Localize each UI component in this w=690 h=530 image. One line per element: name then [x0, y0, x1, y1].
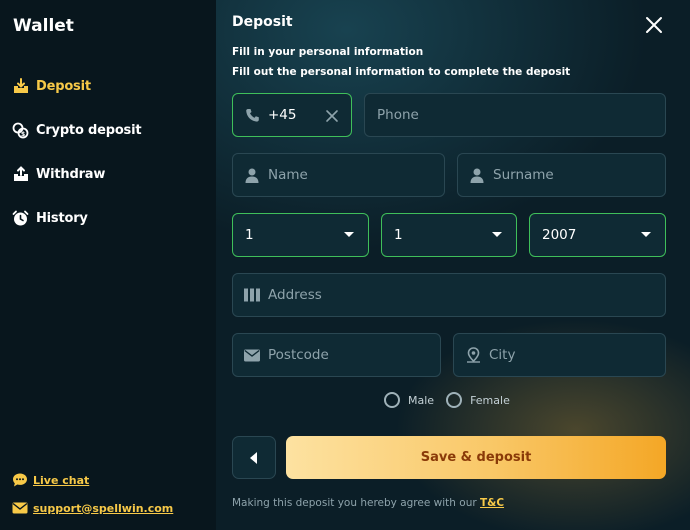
sidebar-item-label: History: [36, 210, 88, 226]
phone-placeholder: Phone: [377, 107, 419, 123]
close-icon: [646, 17, 662, 33]
deposit-icon: [12, 78, 29, 95]
sidebar-item-crypto-deposit[interactable]: $ Crypto deposit: [12, 108, 142, 152]
surname-placeholder: Surname: [493, 167, 554, 183]
live-chat-label: Live chat: [33, 473, 90, 487]
deposit-panel: Deposit Fill in your personal informatio…: [216, 0, 690, 530]
terms-label: Making this deposit you hereby agree wit…: [232, 497, 477, 509]
panel-description: Fill out the personal information to com…: [232, 66, 571, 78]
gender-male-radio[interactable]: Male: [384, 392, 434, 408]
sidebar: Wallet Deposit $ Crypto deposit Withdraw…: [0, 0, 216, 530]
clock-icon: [12, 210, 29, 227]
map-icon: [244, 287, 260, 303]
sidebar-nav: Deposit $ Crypto deposit Withdraw Histor…: [12, 64, 142, 240]
birth-day-select[interactable]: 1: [232, 213, 369, 257]
chat-icon: [12, 472, 28, 488]
phone-icon: [244, 107, 260, 123]
wallet-title: Wallet: [13, 16, 74, 36]
close-button[interactable]: [642, 13, 666, 37]
support-email-label: support@spellwin.com: [33, 501, 174, 515]
birth-day-value: 1: [245, 227, 254, 243]
panel-subtitle: Fill in your personal information: [232, 46, 424, 58]
back-arrow-icon: [249, 451, 257, 464]
chevron-down-icon: [492, 232, 502, 237]
live-chat-link[interactable]: Live chat: [12, 466, 173, 494]
svg-text:$: $: [21, 131, 25, 138]
panel-title: Deposit: [232, 14, 293, 30]
city-field[interactable]: City: [453, 333, 666, 377]
crypto-icon: $: [12, 122, 29, 139]
postcode-field[interactable]: Postcode: [232, 333, 441, 377]
gender-female-label: Female: [470, 393, 510, 407]
postcode-placeholder: Postcode: [268, 347, 329, 363]
sidebar-item-label: Withdraw: [36, 166, 106, 182]
gender-options: Male Female: [384, 392, 522, 408]
mail-icon: [12, 500, 28, 516]
sidebar-footer: Live chat support@spellwin.com: [12, 466, 173, 522]
birth-year-select[interactable]: 2007: [529, 213, 666, 257]
phone-code-value: +45: [268, 107, 297, 123]
location-pin-icon: [465, 347, 481, 363]
sidebar-item-history[interactable]: History: [12, 196, 141, 240]
save-deposit-button[interactable]: Save & deposit: [286, 436, 666, 479]
support-email-link[interactable]: support@spellwin.com: [12, 494, 173, 522]
sidebar-item-label: Crypto deposit: [36, 122, 142, 138]
birth-month-value: 1: [394, 227, 403, 243]
envelope-icon: [244, 347, 260, 363]
birth-month-select[interactable]: 1: [381, 213, 517, 257]
withdraw-icon: [12, 166, 29, 183]
back-button[interactable]: [232, 436, 276, 479]
address-field[interactable]: Address: [232, 273, 666, 317]
phone-code-field[interactable]: +45: [232, 93, 352, 137]
radio-circle: [384, 392, 400, 408]
name-field[interactable]: Name: [232, 153, 445, 197]
chevron-down-icon: [641, 232, 651, 237]
phone-field[interactable]: Phone: [364, 93, 666, 137]
name-placeholder: Name: [268, 167, 308, 183]
gender-male-label: Male: [408, 393, 435, 407]
user-icon: [244, 167, 260, 183]
terms-text: Making this deposit you hereby agree wit…: [232, 497, 504, 509]
address-placeholder: Address: [268, 287, 322, 303]
radio-circle: [446, 392, 463, 408]
gender-female-radio[interactable]: Female: [446, 392, 510, 408]
sidebar-item-withdraw[interactable]: Withdraw: [12, 152, 141, 196]
terms-link[interactable]: T&C: [480, 497, 504, 509]
clear-icon[interactable]: [325, 108, 339, 122]
city-placeholder: City: [489, 347, 516, 363]
user-icon: [469, 167, 485, 183]
birth-year-value: 2007: [542, 227, 577, 243]
chevron-down-icon: [344, 232, 354, 237]
sidebar-item-deposit[interactable]: Deposit: [12, 64, 141, 108]
sidebar-item-label: Deposit: [36, 78, 91, 94]
surname-field[interactable]: Surname: [457, 153, 666, 197]
